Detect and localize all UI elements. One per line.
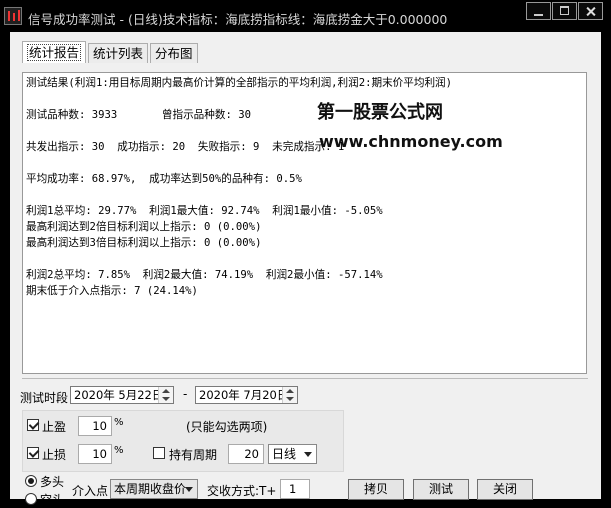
report-blank-line <box>26 187 586 203</box>
maximize-button[interactable] <box>552 2 577 20</box>
chevron-down-icon <box>304 452 312 461</box>
title-bar: 信号成功率测试 - (日线)技术指标：海底捞指标线：海底捞金大于0.000000 <box>0 0 611 32</box>
start-date-picker[interactable]: 2020年 5月22日 <box>70 386 174 404</box>
trade-input[interactable]: 1 <box>280 479 310 499</box>
window-title: 信号成功率测试 - (日线)技术指标：海底捞指标线：海底捞金大于0.000000 <box>28 12 448 27</box>
app-icon[interactable] <box>4 7 22 25</box>
stop-loss-checkbox[interactable] <box>27 447 39 459</box>
stop-profit-label: 止盈 <box>42 420 67 434</box>
hold-period-label: 持有周期 <box>169 448 218 462</box>
report-line: 平均成功率: 68.97%, 成功率达到50%的品种有: 0.5% <box>26 173 302 185</box>
tab-distribution[interactable]: 分布图 <box>150 43 198 63</box>
period-dash: - <box>183 387 188 401</box>
report-line: 最高利润达到2倍目标利润以上指示: 0 (0.00%) <box>26 221 262 233</box>
entry-value: 本周期收盘价 <box>114 482 187 496</box>
tab-report[interactable]: 统计报告 <box>22 41 87 63</box>
stop-loss-unit: % <box>114 445 124 456</box>
short-radio[interactable] <box>25 493 37 505</box>
hold-period-input[interactable]: 20 <box>228 444 264 464</box>
report-line: 利润1总平均: 29.77% 利润1最大值: 92.74% 利润1最小值: -5… <box>26 205 383 217</box>
trade-label: 交收方式:T+ <box>207 484 277 498</box>
hold-period-unit-select[interactable]: 日线 <box>268 444 317 464</box>
period-label: 测试时段 <box>20 391 69 405</box>
report-blank-line <box>26 251 586 267</box>
start-date-spinner[interactable] <box>158 387 173 403</box>
report-line: 测试品种数: 3933 曾指示品种数: 30 <box>26 109 251 121</box>
stop-profit-input[interactable]: 10 <box>78 416 112 436</box>
report-bottom-edge <box>22 374 588 379</box>
end-date-spinner[interactable] <box>282 387 297 403</box>
hold-period-checkbox[interactable] <box>153 447 165 459</box>
long-label: 多头 <box>40 475 65 489</box>
start-date-value: 2020年 5月22日 <box>74 388 164 402</box>
end-date-picker[interactable]: 2020年 7月20日 <box>195 386 298 404</box>
end-date-value: 2020年 7月20日 <box>199 388 289 402</box>
report-line: 期末低于介入点指示: 7 (24.14%) <box>26 285 198 297</box>
report-line: 测试结果(利润1:用目标周期内最高价计算的全部指示的平均利润,利润2:期末价平均… <box>26 77 453 89</box>
option-note: (只能勾选两项) <box>186 420 268 434</box>
report-blank-line <box>26 91 586 107</box>
stop-loss-label: 止损 <box>42 448 67 462</box>
stop-profit-unit: % <box>114 417 124 428</box>
report-text-area[interactable]: 测试结果(利润1:用目标周期内最高价计算的全部指示的平均利润,利润2:期末价平均… <box>22 72 587 374</box>
hold-period-unit-value: 日线 <box>272 447 297 461</box>
long-radio[interactable] <box>25 475 37 487</box>
watermark-title: 第一股票公式网 <box>317 102 443 123</box>
test-button[interactable]: 测试 <box>413 479 469 500</box>
report-line: 最高利润达到3倍目标利润以上指示: 0 (0.00%) <box>26 237 262 249</box>
report-line: 利润2总平均: 7.85% 利润2最大值: 74.19% 利润2最小值: -57… <box>26 269 383 281</box>
entry-label: 介入点 <box>72 484 109 498</box>
close-button[interactable]: 关闭 <box>477 479 533 500</box>
watermark-url: www.chnmoney.com <box>319 132 503 151</box>
copy-button[interactable]: 拷贝 <box>348 479 404 500</box>
short-label: 空头 <box>40 493 65 507</box>
chevron-down-icon <box>185 487 193 496</box>
close-window-button[interactable] <box>578 2 603 20</box>
tab-strip: 统计报告 统计列表 分布图 <box>22 41 200 63</box>
stop-profit-checkbox[interactable] <box>27 419 39 431</box>
entry-select[interactable]: 本周期收盘价 <box>110 479 198 499</box>
minimize-button[interactable] <box>526 2 551 20</box>
dialog-client: 统计报告 统计列表 分布图 测试结果(利润1:用目标周期内最高价计算的全部指示的… <box>10 32 601 507</box>
stop-loss-input[interactable]: 10 <box>78 444 112 464</box>
tab-list[interactable]: 统计列表 <box>88 43 149 63</box>
report-blank-line <box>26 155 586 171</box>
